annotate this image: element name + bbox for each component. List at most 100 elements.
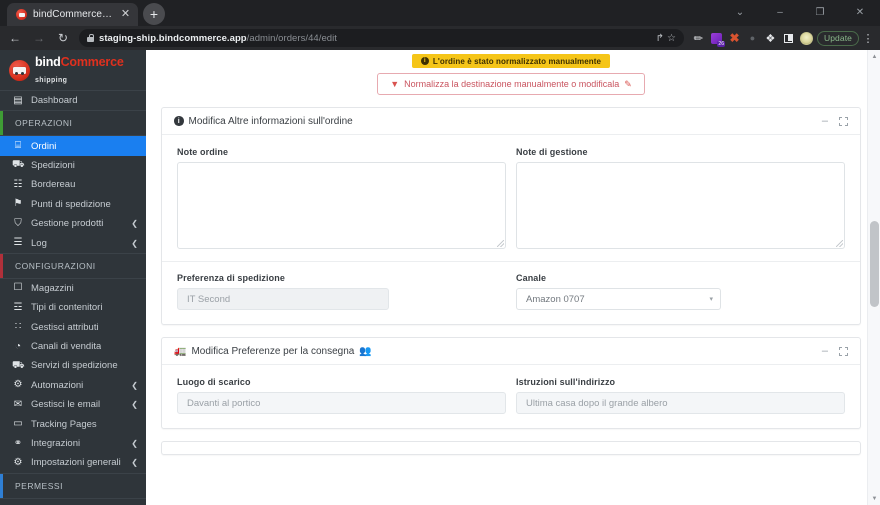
page-scrollbar[interactable]: ▲ ▼: [867, 50, 880, 505]
sidebar-item-bordereau[interactable]: ☷ Bordereau: [0, 175, 146, 194]
truck-icon: ⛟: [12, 159, 25, 171]
puzzle-extension-icon[interactable]: ❖: [763, 31, 778, 46]
sidebar-item-label: Tipi di contenitori: [31, 302, 103, 314]
sidebar-item-gestisci-le-email[interactable]: ✉ Gestisci le email ❮: [0, 395, 146, 414]
card-title-label: Modifica Altre informazioni sull'ordine: [188, 115, 353, 127]
sidebar-item-spedizioni[interactable]: ⛟ Spedizioni: [0, 156, 146, 175]
sidebar-item-tipi-di-contenitori[interactable]: ☲ Tipi di contenitori: [0, 298, 146, 317]
close-icon[interactable]: ✕: [119, 8, 132, 21]
url-host: staging-ship.bindcommerce.app: [99, 32, 247, 44]
funnel-icon: ▼: [390, 79, 400, 89]
sidebar-item-servizi-di-spedizione[interactable]: ⛟ Servizi di spedizione: [0, 356, 146, 375]
sidebar-item-impostazioni-generali[interactable]: ⚙ Impostazioni generali ❮: [0, 453, 146, 472]
sidebar-item-integrazioni[interactable]: ⚭ Integrazioni ❮: [0, 434, 146, 453]
logo-tagline: shipping: [35, 77, 68, 84]
update-button[interactable]: Update: [816, 30, 859, 46]
window-icon: ▭: [13, 418, 23, 430]
istruzioni-input[interactable]: Ultima casa dopo il grande albero: [516, 392, 845, 414]
field-canale: Canale Amazon 0707 ▾: [516, 273, 845, 310]
sidebar-item-dashboard[interactable]: ▤ Dashboard: [0, 91, 146, 110]
scroll-down-icon[interactable]: ▼: [868, 492, 880, 505]
gears-icon: ⚙: [13, 379, 23, 391]
sidebar-item-gestione-prodotti[interactable]: ⛉ Gestione prodotti ❮: [0, 214, 146, 233]
note-ordine-textarea[interactable]: [177, 162, 506, 249]
truck-icon: 🚛: [174, 345, 187, 357]
edit-pencil-icon[interactable]: ✎: [624, 79, 632, 90]
sidebar-item-label: Automazioni: [31, 379, 84, 391]
logo-truck-icon: [9, 59, 30, 81]
expand-icon[interactable]: [839, 116, 848, 126]
x-extension-icon[interactable]: ✖: [727, 31, 742, 46]
order-alert-area: i L'ordine è stato normalizzato manualme…: [161, 54, 861, 95]
luogo-scarico-input[interactable]: Davanti al portico: [177, 392, 506, 414]
logo-text: bindCommerce shipping: [35, 54, 146, 86]
normalize-destination-button[interactable]: ▼ Normalizza la destinazione manualmente…: [377, 73, 645, 95]
field-istruzioni-indirizzo: Istruzioni sull'indirizzo Ultima casa do…: [516, 377, 845, 414]
new-tab-button[interactable]: +: [143, 3, 165, 25]
map-pin-icon: ⚑: [13, 198, 23, 210]
sidebar-section-permessi: PERMESSI: [0, 473, 146, 498]
side-panel-icon[interactable]: [781, 31, 796, 46]
window-close-icon[interactable]: ✕: [840, 0, 880, 25]
sidebar-item-tracking-pages[interactable]: ▭ Tracking Pages: [0, 414, 146, 433]
card-preferenze-consegna: 🚛 Modifica Preferenze per la consegna 👥 …: [161, 337, 861, 429]
collapse-icon[interactable]: –: [822, 345, 828, 357]
sidebar-item-ordini[interactable]: ⌸ Ordini: [0, 136, 146, 156]
cart-icon: ⛉: [14, 217, 22, 229]
sidebar-item-canali-di-vendita[interactable]: ◔ Canali di vendita: [0, 337, 146, 356]
dot-extension-icon[interactable]: ●: [745, 31, 760, 46]
status-badge-label: L'ordine è stato normalizzato manualment…: [432, 56, 602, 66]
share-icon[interactable]: ↱: [656, 33, 664, 44]
forward-icon[interactable]: →: [28, 27, 50, 49]
minimize-icon[interactable]: –: [760, 0, 800, 25]
maximize-icon[interactable]: ❐: [800, 0, 840, 25]
sidebar-item-gestisci-attributi[interactable]: ∷ Gestisci attributi: [0, 318, 146, 337]
bindcommerce-favicon-icon: [16, 9, 27, 20]
preferenza-label: Preferenza di spedizione: [177, 273, 285, 283]
window-controls: ⌄ – ❐ ✕: [720, 0, 880, 25]
sidebar-item-label: Punti di spedizione: [31, 198, 111, 210]
pencil-extension-icon[interactable]: ✎: [691, 31, 706, 46]
url-path: /admin/orders/44/edit: [246, 32, 337, 44]
card-title: i Modifica Altre informazioni sull'ordin…: [174, 116, 353, 127]
scroll-up-icon[interactable]: ▲: [868, 50, 880, 63]
chevron-left-icon: ❮: [131, 439, 138, 449]
collapse-icon[interactable]: –: [822, 115, 828, 127]
canale-select[interactable]: Amazon 0707 ▾: [516, 288, 721, 310]
purple-extension-icon[interactable]: [709, 31, 724, 46]
chevron-left-icon: ❮: [131, 400, 138, 410]
expand-icon[interactable]: [839, 346, 848, 356]
reload-icon[interactable]: ↻: [52, 27, 74, 49]
sidebar-item-label: Magazzini: [31, 282, 74, 294]
sidebar-nav: ▤ Dashboard OPERAZIONI ⌸ Ordini ⛟ Spedizioni ☷ B…: [0, 91, 146, 499]
browser-tab[interactable]: bindCommerce shipping ✕: [7, 3, 138, 26]
lock-icon: [87, 34, 95, 42]
tab-title: bindCommerce shipping: [33, 9, 113, 20]
sidebar-item-label: Bordereau: [31, 179, 76, 191]
url-text: staging-ship.bindcommerce.app/admin/orde…: [99, 33, 337, 44]
note-gestione-textarea[interactable]: [516, 162, 845, 249]
sidebar-item-punti-di-spedizione[interactable]: ⚑ Punti di spedizione: [0, 195, 146, 214]
sidebar: bindCommerce shipping ▤ Dashboard OPERAZIO…: [0, 50, 146, 505]
logo-commerce-text: Commerce: [60, 55, 124, 69]
sidebar-item-label: Log: [31, 237, 47, 249]
note-gestione-label: Note di gestione: [516, 147, 588, 157]
preferenza-input[interactable]: IT Second: [177, 288, 389, 310]
card-header: i Modifica Altre informazioni sull'ordin…: [162, 108, 860, 135]
sidebar-item-log[interactable]: ☰ Log ❮: [0, 233, 146, 252]
scrollbar-thumb[interactable]: [870, 221, 879, 307]
app-logo[interactable]: bindCommerce shipping: [0, 50, 146, 90]
bookmark-star-icon[interactable]: ☆: [667, 33, 676, 44]
main-content: i L'ordine è stato normalizzato manualme…: [146, 50, 880, 505]
avatar[interactable]: [799, 31, 814, 46]
page-content: bindCommerce shipping ▤ Dashboard OPERAZIO…: [0, 50, 880, 505]
sidebar-item-automazioni[interactable]: ⚙ Automazioni ❮: [0, 376, 146, 395]
istruzioni-label: Istruzioni sull'indirizzo: [516, 377, 616, 387]
chrome-menu-icon[interactable]: ⋮: [862, 32, 874, 45]
sidebar-item-magazzini[interactable]: ☐ Magazzini: [0, 279, 146, 298]
restore-down-icon[interactable]: ⌄: [720, 0, 760, 25]
back-icon[interactable]: ←: [4, 27, 26, 49]
address-bar[interactable]: staging-ship.bindcommerce.app/admin/orde…: [79, 29, 684, 47]
orders-icon: ⌸: [15, 140, 21, 152]
card-divider: [162, 261, 860, 262]
